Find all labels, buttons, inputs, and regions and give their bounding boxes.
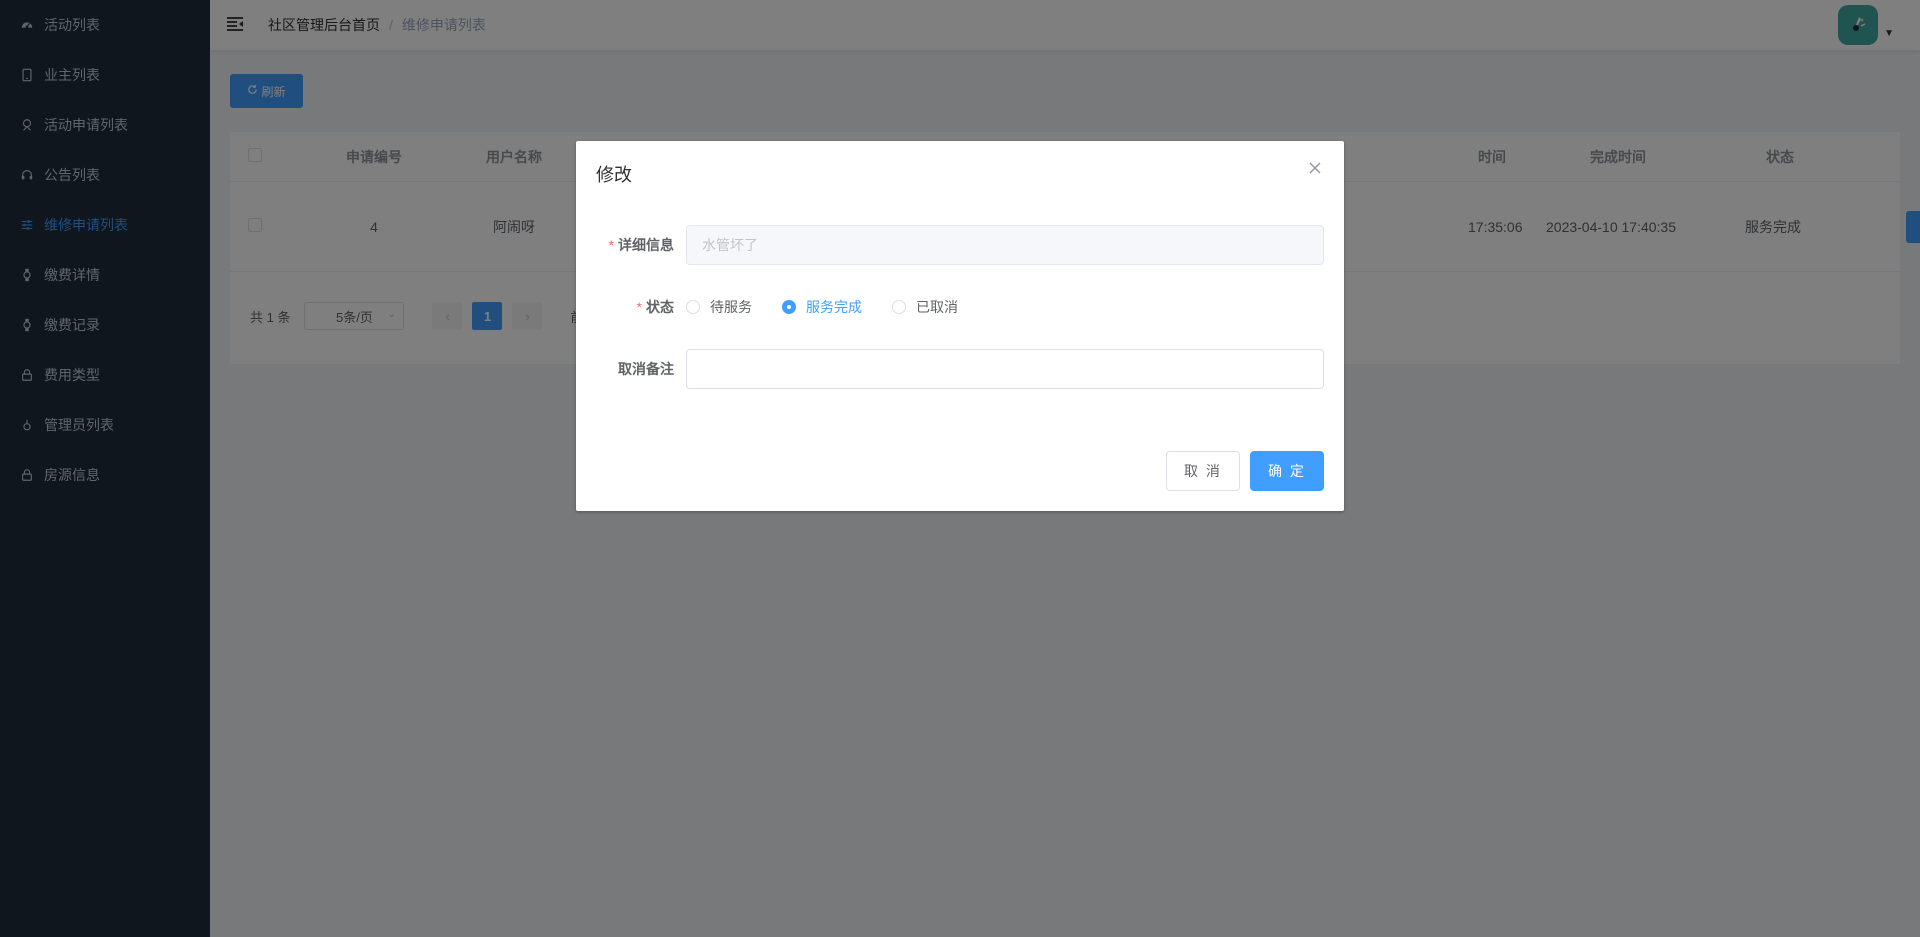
confirm-button[interactable]: 确 定 [1250, 451, 1324, 491]
status-radio-pending[interactable]: 待服务 [686, 297, 752, 317]
cancel-note-label: 取消备注 [618, 361, 674, 377]
radio-circle [782, 300, 796, 314]
radio-circle [892, 300, 906, 314]
dialog-title: 修改 [596, 165, 632, 185]
radio-label: 待服务 [710, 299, 752, 315]
radio-circle [686, 300, 700, 314]
radio-label: 已取消 [916, 299, 958, 315]
status-radio-group: 待服务 服务完成 已取消 [686, 297, 988, 317]
detail-label: * 详细信息 [608, 237, 674, 253]
form-row-detail: * 详细信息 [576, 225, 1324, 265]
cancel-note-input[interactable] [686, 349, 1324, 389]
close-icon[interactable] [1308, 161, 1324, 177]
required-mark: * [608, 237, 614, 253]
cancel-button[interactable]: 取 消 [1166, 451, 1240, 491]
required-mark: * [636, 299, 642, 315]
edit-dialog: 修改 *详细信息 *状态 待服务 服务完成 已取消 取 [576, 141, 1344, 511]
form-row-cancel-note: 取消备注 [576, 349, 1324, 389]
status-radio-cancelled[interactable]: 已取消 [892, 297, 958, 317]
status-radio-completed[interactable]: 服务完成 [782, 297, 862, 317]
radio-label: 服务完成 [806, 299, 862, 315]
form-row-status: * 状态 待服务 服务完成 已取消 [576, 287, 1324, 327]
status-label: * 状态 [636, 299, 674, 315]
detail-input [686, 225, 1324, 265]
